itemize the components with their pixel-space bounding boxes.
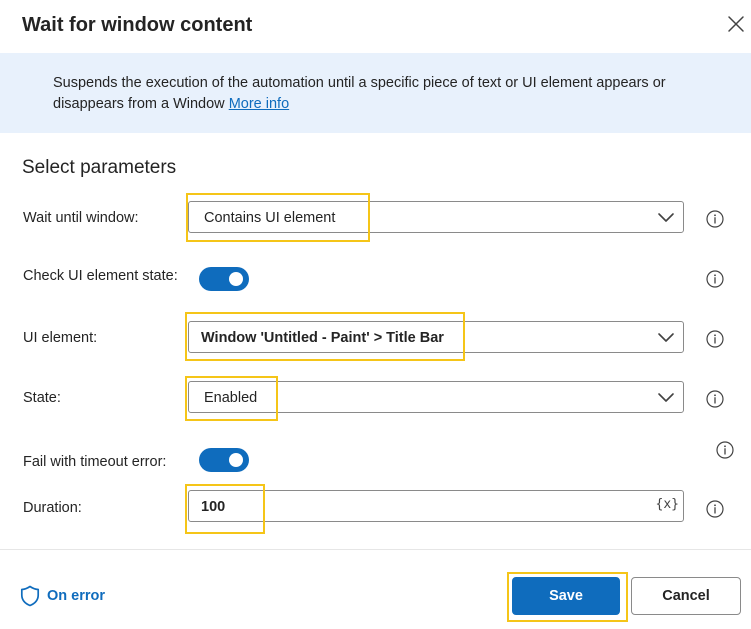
- info-icon[interactable]: [716, 441, 734, 459]
- info-icon[interactable]: [706, 390, 724, 408]
- fail-with-timeout-error-toggle[interactable]: [199, 448, 249, 472]
- state-dropdown[interactable]: Enabled: [188, 381, 684, 413]
- ui-element-dropdown[interactable]: Window 'Untitled - Paint' > Title Bar: [188, 321, 684, 353]
- more-info-link[interactable]: More info: [229, 96, 289, 112]
- cancel-button[interactable]: Cancel: [631, 577, 741, 615]
- duration-label: Duration:: [23, 500, 82, 516]
- on-error-button[interactable]: On error: [20, 585, 105, 607]
- wait-until-window-dropdown[interactable]: Contains UI element: [188, 201, 684, 233]
- save-button[interactable]: Save: [512, 577, 620, 615]
- ui-element-label: UI element:: [23, 330, 98, 346]
- check-ui-element-state-toggle[interactable]: [199, 267, 249, 291]
- info-icon[interactable]: [706, 500, 724, 518]
- duration-value: 100: [201, 499, 226, 515]
- state-value: Enabled: [204, 390, 258, 406]
- on-error-label: On error: [47, 588, 106, 604]
- chevron-down-icon: [658, 333, 674, 342]
- check-ui-element-state-label: Check UI element state:: [23, 268, 178, 284]
- close-button[interactable]: [724, 12, 748, 36]
- banner-description-text: Suspends the execution of the automation…: [53, 75, 666, 112]
- chevron-down-icon: [658, 213, 674, 222]
- toggle-knob: [229, 453, 243, 467]
- fail-with-timeout-error-label: Fail with timeout error:: [23, 454, 167, 470]
- banner-description: Suspends the execution of the automation…: [53, 73, 713, 115]
- info-icon[interactable]: [706, 270, 724, 288]
- wait-for-window-content-dialog: Wait for window content Suspends the exe…: [0, 0, 751, 629]
- shield-icon: [20, 585, 40, 607]
- wait-until-window-label: Wait until window:: [23, 210, 139, 226]
- duration-input[interactable]: 100 {x}: [188, 490, 684, 522]
- footer-divider: [0, 549, 751, 550]
- chevron-down-icon: [658, 393, 674, 402]
- dialog-title: Wait for window content: [22, 14, 253, 36]
- state-label: State:: [23, 390, 61, 406]
- toggle-knob: [229, 272, 243, 286]
- info-icon[interactable]: [706, 330, 724, 348]
- info-banner: Suspends the execution of the automation…: [0, 53, 751, 133]
- close-icon: [728, 16, 744, 32]
- insert-variable-button[interactable]: {x}: [656, 496, 679, 514]
- wait-until-window-value: Contains UI element: [204, 210, 336, 226]
- info-icon[interactable]: [706, 210, 724, 228]
- section-title: Select parameters: [22, 157, 177, 178]
- ui-element-value: Window 'Untitled - Paint' > Title Bar: [201, 330, 444, 346]
